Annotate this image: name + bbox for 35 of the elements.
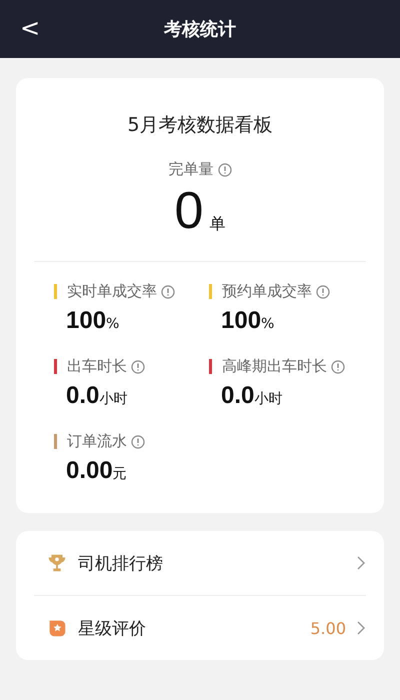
menu-label: 星级评价 — [78, 618, 147, 640]
chevron-icon — [356, 620, 366, 636]
info-icon[interactable] — [316, 284, 330, 298]
metric-value: 0.0 — [66, 382, 100, 410]
back-button[interactable]: < — [14, 12, 46, 44]
metric-unit: 小时 — [99, 390, 128, 408]
metric-value: 100 — [66, 307, 106, 335]
metric-unit: 单 — [209, 214, 226, 235]
metric-label: 预约单成交率 — [222, 282, 312, 301]
menu-label: 司机排行榜 — [78, 552, 164, 574]
info-icon[interactable] — [331, 360, 345, 374]
info-icon[interactable] — [131, 360, 145, 374]
metric-value: 0.00 — [66, 457, 113, 485]
info-icon[interactable] — [218, 162, 232, 176]
metric-unit: % — [106, 316, 120, 332]
metric-label: 订单流水 — [67, 432, 127, 451]
metric-value: 0.0 — [221, 382, 254, 410]
metric-unit: 小时 — [254, 390, 282, 408]
board-title: 5月考核数据看板 — [126, 113, 274, 138]
page-title: 考核统计 — [164, 18, 236, 41]
chevron-icon — [356, 555, 366, 571]
metric-value: 100 — [221, 307, 262, 335]
trophy-icon — [46, 552, 68, 574]
info-icon[interactable] — [161, 284, 175, 298]
metric-label: 实时单成交率 — [67, 282, 157, 301]
rating-value: 5.00 — [310, 618, 346, 638]
metric-unit: 元 — [112, 465, 127, 483]
menu-item[interactable]: 星级评价 5.00 — [34, 596, 366, 660]
metric-label: 出车时长 — [67, 357, 127, 376]
metric-value: 0 — [174, 185, 204, 237]
menu-item[interactable]: 司机排行榜 — [34, 531, 366, 596]
metric-label: 高峰期出车时长 — [222, 357, 327, 376]
metric-label: 完单量 — [168, 160, 214, 179]
metric-unit: % — [261, 316, 274, 332]
info-icon[interactable] — [131, 434, 145, 448]
